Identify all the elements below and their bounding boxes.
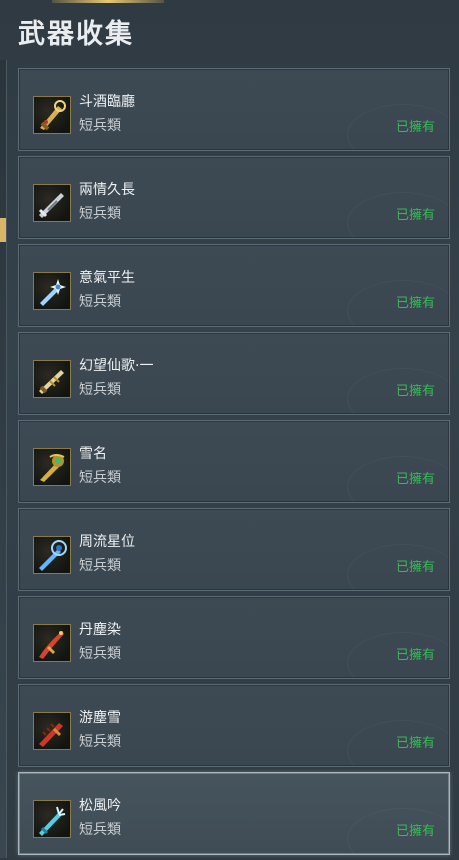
weapon-type: 短兵類 — [79, 822, 121, 838]
side-scroll-marker[interactable] — [0, 218, 6, 242]
blue-orb-blade-icon — [33, 536, 71, 574]
weapon-card[interactable]: 斗酒臨廳 短兵類 已擁有 — [18, 68, 450, 151]
weapon-type: 短兵類 — [79, 206, 121, 222]
weapon-card[interactable]: 周流星位 短兵類 已擁有 — [18, 508, 450, 591]
weapon-type: 短兵類 — [79, 558, 121, 574]
ivory-gold-blade-icon — [33, 360, 71, 398]
panel-title: 武器收集 — [18, 19, 134, 50]
weapon-type: 短兵類 — [79, 294, 121, 310]
silver-dagger-icon — [33, 184, 71, 222]
weapon-card[interactable]: 兩情久長 短兵類 已擁有 — [18, 156, 450, 239]
weapon-name: 兩情久長 — [79, 182, 135, 198]
weapon-type: 短兵類 — [79, 646, 121, 662]
weapon-card[interactable]: 意氣平生 短兵類 已擁有 — [18, 244, 450, 327]
weapon-type: 短兵類 — [79, 470, 121, 486]
weapon-name: 周流星位 — [79, 534, 135, 550]
top-accent-line — [52, 0, 164, 3]
owned-status: 已擁有 — [395, 120, 435, 135]
weapon-type: 短兵類 — [79, 734, 121, 750]
weapon-name: 雪名 — [79, 446, 107, 462]
weapon-list: 斗酒臨廳 短兵類 已擁有 兩情久長 短兵類 已擁有 意氣平生 短兵類 已擁有 幻… — [18, 68, 450, 860]
red-serrated-blade-icon — [33, 712, 71, 750]
jade-gold-blade-icon — [33, 448, 71, 486]
owned-status: 已擁有 — [395, 648, 435, 663]
weapon-card[interactable]: 游塵雪 短兵類 已擁有 — [18, 684, 450, 767]
owned-status: 已擁有 — [395, 208, 435, 223]
weapon-type: 短兵類 — [79, 382, 121, 398]
weapon-name: 松風吟 — [79, 798, 121, 814]
owned-status: 已擁有 — [395, 384, 435, 399]
golden-ornate-blade-icon — [33, 96, 71, 134]
weapon-card-selected[interactable]: 松風吟 短兵類 已擁有 — [18, 772, 450, 855]
weapon-type: 短兵類 — [79, 118, 121, 134]
weapon-name: 意氣平生 — [79, 270, 135, 286]
weapon-card[interactable]: 幻望仙歌·一 短兵類 已擁有 — [18, 332, 450, 415]
weapon-card[interactable]: 丹塵染 短兵類 已擁有 — [18, 596, 450, 679]
side-scroll-rail[interactable] — [0, 60, 7, 858]
cyan-spiked-blade-icon — [33, 800, 71, 838]
weapon-name: 幻望仙歌·一 — [79, 358, 154, 374]
crystal-star-blade-icon — [33, 272, 71, 310]
weapon-name: 斗酒臨廳 — [79, 94, 135, 110]
owned-status: 已擁有 — [395, 560, 435, 575]
weapon-name: 丹塵染 — [79, 622, 121, 638]
owned-status: 已擁有 — [395, 296, 435, 311]
owned-status: 已擁有 — [395, 472, 435, 487]
weapon-card[interactable]: 雪名 短兵類 已擁有 — [18, 420, 450, 503]
weapon-name: 游塵雪 — [79, 710, 121, 726]
owned-status: 已擁有 — [395, 736, 435, 751]
owned-status: 已擁有 — [395, 824, 435, 839]
crimson-curved-blade-icon — [33, 624, 71, 662]
